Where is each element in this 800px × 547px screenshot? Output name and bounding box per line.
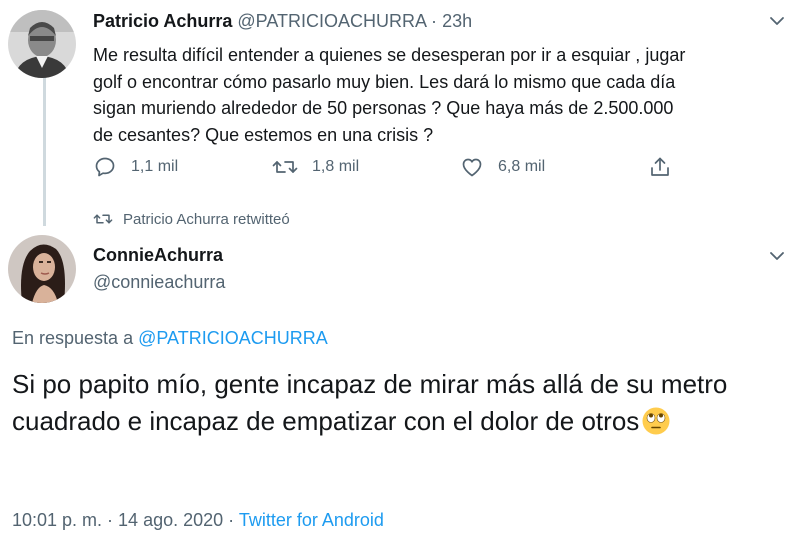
tweet-time[interactable]: 23h xyxy=(442,11,472,31)
reply-button[interactable]: 1,1 mil xyxy=(93,155,178,179)
retweet-arrows-icon xyxy=(272,155,298,179)
tweet-text: Si po papito mío, gente incapaz de mirar… xyxy=(12,366,797,439)
reply-to-prefix: En respuesta a xyxy=(12,328,134,348)
reply-to-mention-link[interactable]: @PATRICIOACHURRA xyxy=(138,328,328,348)
retweet-context[interactable]: Patricio Achurra retwitteó xyxy=(93,210,290,228)
thread-connector-line xyxy=(43,76,46,226)
chevron-down-icon[interactable] xyxy=(766,10,788,32)
tweet-meta: 10:01 p. m. · 14 ago. 2020 · Twitter for… xyxy=(12,510,384,531)
tweet-text: Me resulta difícil entender a quienes se… xyxy=(93,45,686,145)
tweet-actions: 1,1 mil 1,8 mil 6,8 mil xyxy=(0,155,800,185)
author-name[interactable]: ConnieAchurra xyxy=(93,245,223,266)
avatar-connie[interactable] xyxy=(8,235,76,303)
tweet-timestamp[interactable]: 10:01 p. m. · 14 ago. 2020 · xyxy=(12,510,234,530)
header-separator: · xyxy=(431,11,438,31)
retweet-button[interactable]: 1,8 mil xyxy=(272,155,359,179)
author-handle[interactable]: @connieachurra xyxy=(93,272,225,293)
share-upload-icon xyxy=(648,155,672,179)
like-count: 6,8 mil xyxy=(498,158,546,175)
face-with-rolling-eyes-emoji xyxy=(641,406,671,436)
retweet-small-icon xyxy=(93,210,113,228)
share-button[interactable] xyxy=(648,155,672,179)
retweet-count: 1,8 mil xyxy=(312,158,360,175)
tweet-text-body: Si po papito mío, gente incapaz de mirar… xyxy=(12,369,728,436)
author-handle[interactable]: @PATRICIOACHURRA xyxy=(237,11,426,31)
retweet-context-text: Patricio Achurra retwitteó xyxy=(123,210,290,228)
avatar-patricio[interactable] xyxy=(8,10,76,78)
heart-icon xyxy=(460,155,484,179)
speech-bubble-icon xyxy=(93,155,117,179)
chevron-down-icon[interactable] xyxy=(766,245,788,267)
tweet-source-link[interactable]: Twitter for Android xyxy=(239,510,384,530)
like-button[interactable]: 6,8 mil xyxy=(460,155,545,179)
author-name[interactable]: Patricio Achurra xyxy=(93,11,232,31)
tweet-header: Patricio Achurra @PATRICIOACHURRA · 23h xyxy=(93,11,472,32)
reply-count: 1,1 mil xyxy=(131,158,179,175)
reply-to-line: En respuesta a @PATRICIOACHURRA xyxy=(12,328,328,349)
